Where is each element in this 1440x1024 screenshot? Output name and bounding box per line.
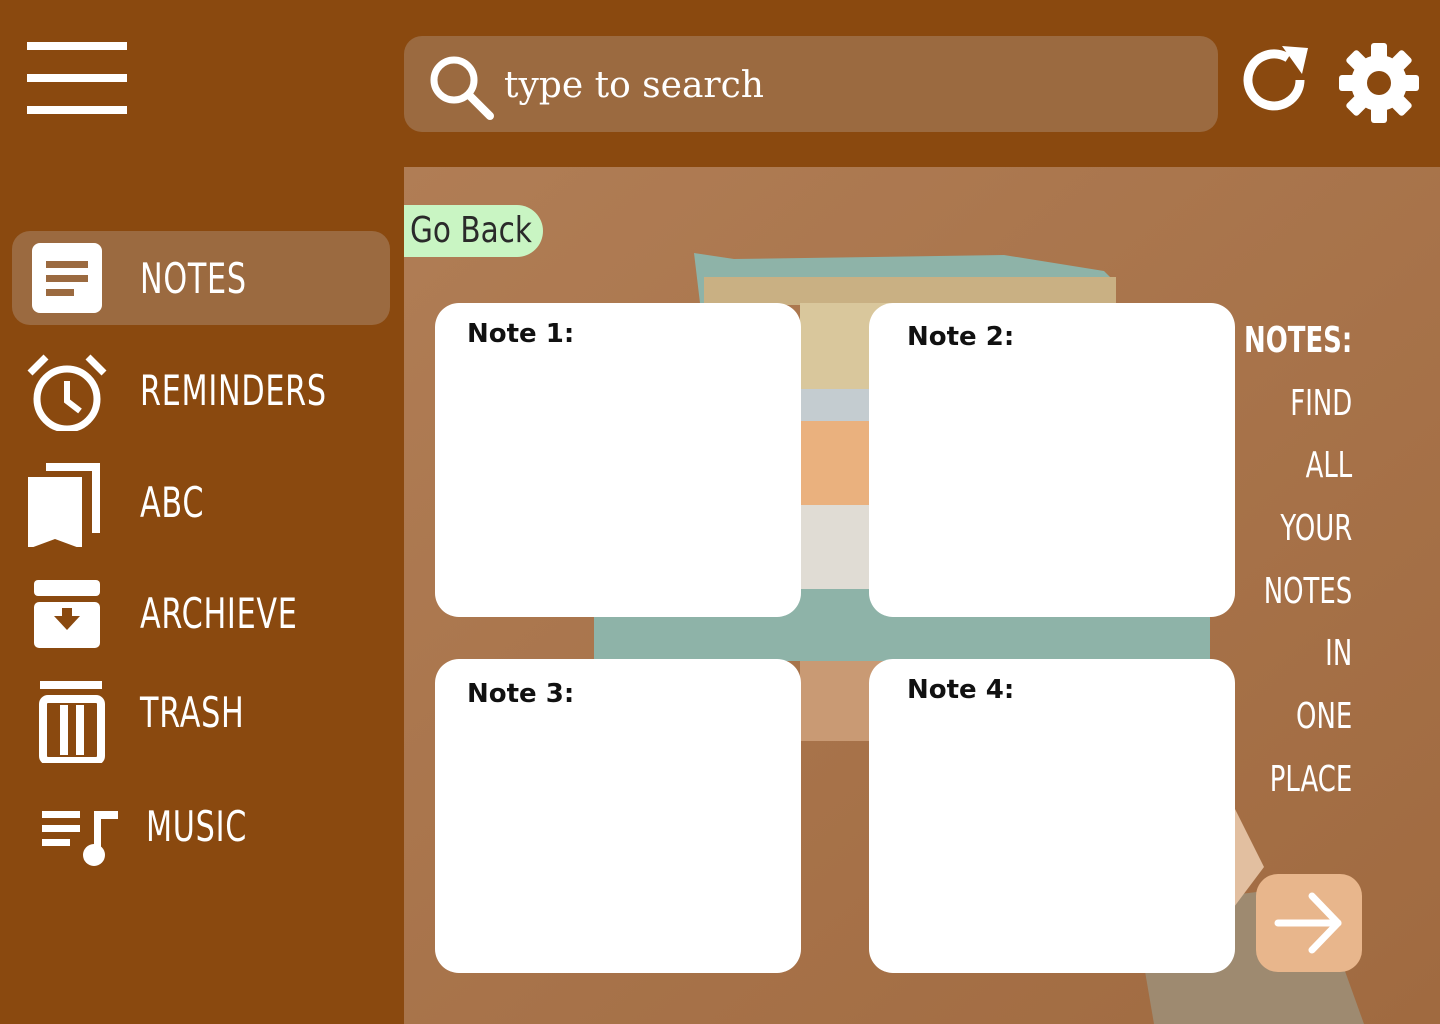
search-bar[interactable] (404, 36, 1218, 132)
sidebar-item-notes[interactable]: NOTES (12, 231, 390, 325)
trash-icon (39, 681, 105, 763)
note-card-1[interactable]: Note 1: (435, 303, 801, 617)
go-back-button[interactable]: Go Back (404, 205, 543, 257)
note-title: Note 3: (467, 679, 575, 709)
tagline-word: PLACE (1269, 758, 1352, 800)
sidebar-item-archieve[interactable]: ARCHIEVE (12, 566, 390, 660)
sidebar-item-abc[interactable]: ABC (12, 455, 390, 549)
notes-icon (32, 243, 102, 313)
go-back-label: Go Back (410, 210, 532, 251)
note-card-2[interactable]: Note 2: (869, 303, 1235, 617)
search-icon (430, 56, 494, 120)
bookmark-icon (28, 463, 100, 547)
hamburger-menu-icon[interactable] (27, 42, 127, 114)
sidebar-item-reminders[interactable]: REMINDERS (12, 343, 390, 437)
music-list-icon (42, 811, 118, 866)
archive-icon (34, 580, 100, 648)
menu-line (27, 106, 127, 114)
sidebar-item-trash[interactable]: TRASH (12, 665, 390, 763)
tagline-word: ONE (1295, 696, 1352, 738)
tagline: NOTES: FIND ALL YOUR NOTES IN ONE PLACE (1202, 310, 1352, 812)
tagline-word: NOTES (1263, 570, 1352, 612)
note-title: Note 4: (907, 675, 1015, 705)
tagline-heading: NOTES: (1243, 320, 1352, 361)
alarm-clock-icon (27, 354, 107, 431)
sidebar-item-label: REMINDERS (140, 366, 327, 415)
note-card-3[interactable]: Note 3: (435, 659, 801, 973)
search-input[interactable] (502, 56, 1196, 114)
tagline-word: ALL (1305, 445, 1352, 487)
tagline-word: YOUR (1280, 508, 1352, 550)
sidebar-item-label: ARCHIEVE (140, 589, 298, 638)
menu-line (27, 74, 127, 82)
tagline-word: IN (1324, 633, 1352, 675)
note-card-4[interactable]: Note 4: (869, 659, 1235, 973)
note-title: Note 1: (467, 319, 575, 349)
sidebar-item-label: NOTES (140, 254, 247, 303)
sidebar-item-label: MUSIC (146, 802, 248, 851)
menu-line (27, 42, 127, 50)
sidebar-item-label: ABC (140, 478, 205, 527)
note-title: Note 2: (907, 322, 1015, 352)
next-button[interactable] (1256, 874, 1362, 972)
refresh-icon[interactable] (1236, 40, 1316, 120)
sidebar-item-label: TRASH (140, 688, 245, 737)
gear-icon[interactable] (1338, 42, 1420, 124)
sidebar-item-music[interactable]: MUSIC (12, 779, 390, 873)
arrow-right-icon (1274, 892, 1342, 954)
tagline-word: FIND (1290, 382, 1352, 424)
